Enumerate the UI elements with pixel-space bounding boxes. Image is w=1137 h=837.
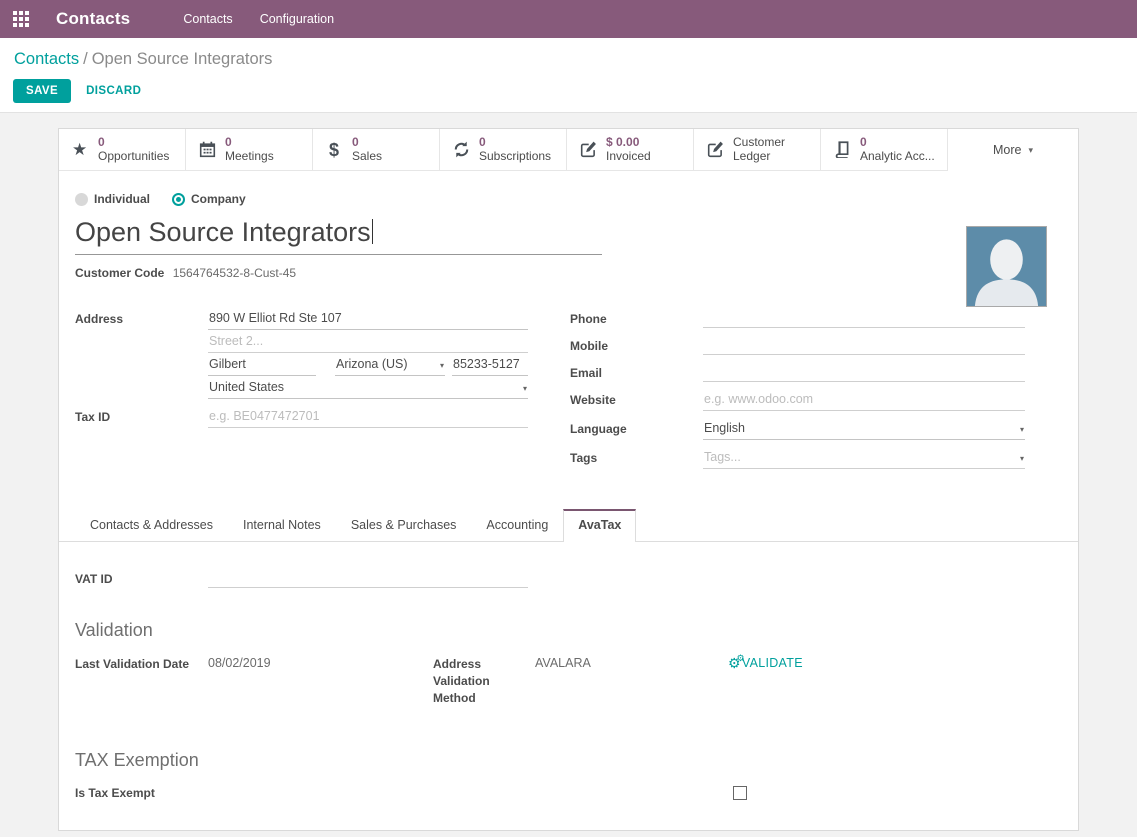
website-label: Website: [570, 389, 703, 407]
notebook-tabs: Contacts & Addresses Internal Notes Sale…: [59, 509, 1078, 542]
tags-input[interactable]: Tags...▾: [703, 447, 1025, 469]
stat-button-box: ★ 0 Opportunities: [59, 129, 1078, 171]
tab-contacts-addresses[interactable]: Contacts & Addresses: [75, 509, 228, 541]
language-label: Language: [570, 418, 703, 436]
is-tax-exempt-checkbox[interactable]: [733, 786, 747, 800]
mobile-label: Mobile: [570, 335, 703, 353]
last-validation-date-value: 08/02/2019: [208, 656, 433, 670]
address-validation-method-label: Address Validation Method: [433, 656, 535, 707]
breadcrumb-current: Open Source Integrators: [92, 50, 273, 68]
zip-input[interactable]: 85233-5127: [452, 354, 528, 376]
control-panel: Contacts/Open Source Integrators SAVE DI…: [0, 38, 1137, 113]
page-background: ★ 0 Opportunities: [0, 113, 1137, 837]
company-avatar[interactable]: [966, 226, 1047, 307]
cogs-icon: ⚙⚙: [728, 656, 741, 670]
breadcrumb: Contacts/Open Source Integrators: [14, 50, 1124, 69]
tax-id-input[interactable]: e.g. BE0477472701: [208, 406, 528, 428]
address-validation-method-value: AVALARA: [535, 656, 728, 670]
street-input[interactable]: 890 W Elliot Rd Ste 107: [208, 308, 528, 330]
stat-button-invoiced[interactable]: $ 0.00 Invoiced: [567, 129, 694, 171]
mobile-input[interactable]: [703, 335, 1025, 355]
chevron-down-icon[interactable]: ▾: [440, 361, 444, 370]
dollar-icon: $: [326, 141, 350, 159]
breadcrumb-separator: /: [79, 50, 92, 68]
sync-icon: [453, 141, 477, 158]
vat-id-label: VAT ID: [75, 568, 208, 586]
company-type-selector: Individual Company: [75, 192, 1062, 206]
website-input[interactable]: e.g. www.odoo.com: [703, 389, 1025, 411]
book-icon: [834, 141, 858, 158]
customer-code-label: Customer Code: [75, 266, 164, 280]
email-label: Email: [570, 362, 703, 380]
stat-button-meetings[interactable]: 0 Meetings: [186, 129, 313, 171]
menu-item-configuration[interactable]: Configuration: [260, 12, 334, 26]
chevron-down-icon[interactable]: ▾: [523, 384, 527, 393]
radio-individual-circle[interactable]: [75, 193, 88, 206]
tax-exemption-section-heading: TAX Exemption: [75, 750, 1062, 771]
tab-internal-notes[interactable]: Internal Notes: [228, 509, 336, 541]
chevron-down-icon[interactable]: ▾: [1020, 425, 1024, 434]
country-select[interactable]: United States▾: [208, 377, 528, 399]
is-tax-exempt-label: Is Tax Exempt: [75, 786, 733, 800]
left-field-column: Address 890 W Elliot Rd Ste 107 Street 2…: [75, 308, 528, 476]
language-select[interactable]: English▾: [703, 418, 1025, 440]
record-name[interactable]: Open Source Integrators: [75, 217, 371, 247]
street2-input[interactable]: Street 2...: [208, 331, 528, 353]
customer-code-row: Customer Code 1564764532-8-Cust-45: [75, 266, 1062, 280]
radio-company[interactable]: Company: [172, 192, 246, 206]
vat-id-input[interactable]: [208, 568, 528, 588]
customer-code-value: 1564764532-8-Cust-45: [173, 266, 296, 280]
stat-button-analytic-accounts[interactable]: 0 Analytic Acc...: [821, 129, 948, 171]
phone-label: Phone: [570, 308, 703, 326]
form-sheet: ★ 0 Opportunities: [58, 128, 1079, 831]
stat-button-subscriptions[interactable]: 0 Subscriptions: [440, 129, 567, 171]
stat-button-opportunities[interactable]: ★ 0 Opportunities: [59, 129, 186, 171]
radio-company-circle[interactable]: [172, 193, 185, 206]
radio-individual[interactable]: Individual: [75, 192, 150, 206]
city-input[interactable]: Gilbert: [208, 354, 316, 376]
stat-button-customer-ledger[interactable]: Customer Ledger: [694, 129, 821, 171]
state-select[interactable]: Arizona (US)▾: [335, 354, 445, 376]
chevron-down-icon[interactable]: ▾: [1020, 454, 1024, 463]
stat-button-sales[interactable]: $ 0 Sales: [313, 129, 440, 171]
chevron-down-icon: ▾: [1028, 145, 1033, 156]
breadcrumb-parent-link[interactable]: Contacts: [14, 50, 79, 68]
top-navbar: Contacts Contacts Configuration: [0, 0, 1137, 38]
menu-item-contacts[interactable]: Contacts: [183, 12, 232, 26]
calendar-icon: [199, 141, 223, 158]
validate-button[interactable]: ⚙⚙ VALIDATE: [728, 656, 807, 670]
discard-button[interactable]: DISCARD: [86, 85, 141, 97]
more-button[interactable]: More ▾: [948, 129, 1078, 171]
tags-label: Tags: [570, 447, 703, 465]
tab-accounting[interactable]: Accounting: [471, 509, 563, 541]
last-validation-date-label: Last Validation Date: [75, 656, 208, 673]
address-label: Address: [75, 308, 208, 326]
avatax-tab-pane: VAT ID Validation Last Validation Date 0…: [59, 542, 1078, 830]
tab-avatax[interactable]: AvaTax: [563, 509, 636, 542]
star-icon: ★: [72, 141, 96, 158]
right-field-column: Phone Mobile Email Website: [570, 308, 1025, 476]
app-title[interactable]: Contacts: [56, 9, 130, 29]
tab-sales-purchases[interactable]: Sales & Purchases: [336, 509, 472, 541]
tax-id-label: Tax ID: [75, 406, 208, 424]
edit-icon: [580, 141, 604, 158]
apps-menu-icon[interactable]: [13, 11, 29, 27]
phone-input[interactable]: [703, 308, 1025, 328]
email-input[interactable]: [703, 362, 1025, 382]
name-field[interactable]: Open Source Integrators: [75, 217, 602, 255]
edit-icon: [707, 141, 731, 158]
text-cursor: [372, 219, 373, 244]
save-button[interactable]: SAVE: [13, 79, 71, 103]
validation-section-heading: Validation: [75, 620, 1062, 641]
